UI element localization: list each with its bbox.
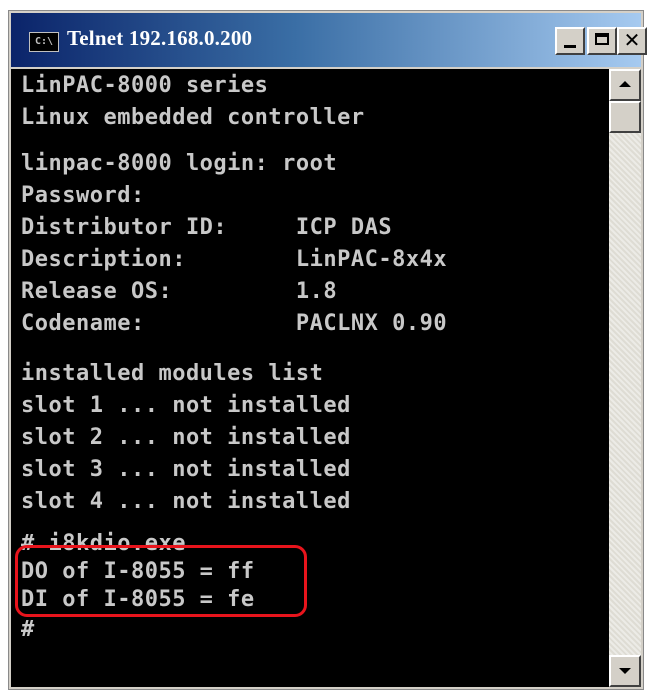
minimize-button[interactable] — [555, 27, 585, 55]
console-icon[interactable]: C:\ — [29, 32, 59, 52]
terminal-line: Description: LinPAC-8x4x — [21, 247, 448, 272]
terminal-line: installed modules list — [21, 361, 324, 386]
terminal-line: linpac-8000 login: root — [21, 151, 338, 176]
terminal-line: slot 1 ... not installed — [21, 393, 351, 418]
scrollbar-thumb[interactable] — [609, 101, 641, 133]
terminal-line: Codename: PACLNX 0.90 — [21, 311, 448, 336]
minimize-icon — [564, 45, 576, 48]
scroll-up-button[interactable] — [609, 69, 641, 101]
close-button[interactable]: ✕ — [617, 27, 647, 55]
close-icon: ✕ — [623, 28, 641, 52]
window-title: Telnet 192.168.0.200 — [67, 26, 253, 50]
title-bar[interactable]: C:\ Telnet 192.168.0.200 ✕ — [11, 13, 647, 67]
terminal-line: slot 4 ... not installed — [21, 489, 351, 514]
terminal-line: Linux embedded controller — [21, 105, 365, 130]
maximize-button[interactable] — [587, 27, 617, 55]
terminal-line: slot 2 ... not installed — [21, 425, 351, 450]
terminal-line: Release OS: 1.8 — [21, 279, 338, 304]
highlight-annotation — [15, 545, 307, 617]
vertical-scrollbar[interactable] — [609, 69, 641, 687]
terminal-line: Password: — [21, 183, 145, 208]
telnet-window: C:\ Telnet 192.168.0.200 ✕ LinPAC-8000 s… — [8, 10, 647, 690]
terminal-line: slot 3 ... not installed — [21, 457, 351, 482]
terminal-line: LinPAC-8000 series — [21, 73, 269, 98]
maximize-icon — [595, 33, 609, 45]
terminal-line: Distributor ID: ICP DAS — [21, 215, 393, 240]
terminal-prompt: # — [21, 617, 35, 642]
scroll-down-button[interactable] — [609, 655, 641, 687]
terminal-output[interactable]: LinPAC-8000 series Linux embedded contro… — [11, 69, 609, 687]
